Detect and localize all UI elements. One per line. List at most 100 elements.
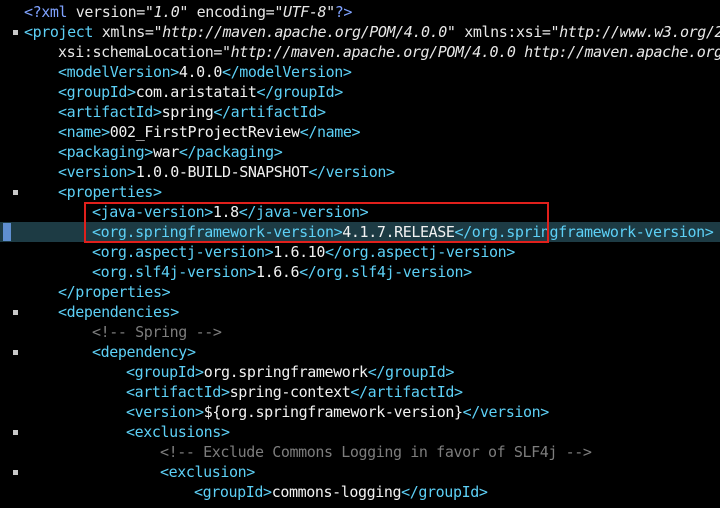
token-tag: <artifactId> (126, 383, 230, 401)
token-tag: </version> (462, 403, 550, 421)
token-tag: </artifactId> (350, 383, 463, 401)
token-pi: <?xml (24, 3, 76, 21)
code-line-current[interactable]: <org.springframework-version>4.1.7.RELEA… (0, 222, 720, 242)
code-line[interactable]: <groupId>org.springframework</groupId> (0, 362, 720, 382)
token-attr: encoding= (188, 3, 275, 21)
token-tag: <properties> (58, 183, 162, 201)
code-line[interactable]: <dependency> (0, 342, 720, 362)
code-line[interactable]: <version>${org.springframework-version}<… (0, 402, 720, 422)
token-str: "1.0" (144, 3, 189, 21)
token-text: ${org.springframework-version} (203, 403, 463, 421)
code-line[interactable]: <modelVersion>4.0.0</modelVersion> (0, 62, 720, 82)
token-tag: <dependencies> (58, 303, 179, 321)
fold-toggle-icon[interactable] (13, 30, 18, 35)
token-tag: <org.slf4j-version> (92, 263, 256, 281)
code-text: <org.aspectj-version>1.6.10</org.aspectj… (92, 242, 515, 262)
code-line[interactable]: <!-- Spring --> (0, 322, 720, 342)
code-line[interactable]: <?xml version="1.0" encoding="UTF-8"?> (0, 2, 720, 22)
token-tag: <org.springframework-version> (92, 223, 343, 241)
code-line[interactable]: </properties> (0, 282, 720, 302)
code-line[interactable]: <name>002_FirstProjectReview</name> (0, 122, 720, 142)
code-text: <org.slf4j-version>1.6.6</org.slf4j-vers… (92, 262, 472, 282)
code-text: <groupId>org.springframework</groupId> (126, 362, 454, 382)
token-tag: <artifactId> (58, 103, 162, 121)
token-comment: <!-- Spring --> (92, 323, 222, 341)
token-tag: </org.slf4j-version> (299, 263, 472, 281)
token-tag: </properties> (58, 283, 171, 301)
current-line-marker (3, 223, 11, 241)
token-tag: </org.aspectj-version> (325, 243, 515, 261)
code-text: <artifactId>spring-context</artifactId> (126, 382, 463, 402)
token-text: spring (161, 103, 214, 121)
code-text: xsi:schemaLocation="http://maven.apache.… (58, 42, 720, 62)
xml-code-editor[interactable]: <?xml version="1.0" encoding="UTF-8"?> <p… (0, 0, 720, 508)
code-line[interactable]: <exclusions> (0, 422, 720, 442)
code-text: </properties> (58, 282, 171, 302)
code-text: <artifactId>spring</artifactId> (58, 102, 326, 122)
code-text: <groupId>com.aristatait</groupId> (58, 82, 343, 102)
code-line[interactable]: <org.slf4j-version>1.6.6</org.slf4j-vers… (0, 262, 720, 282)
token-tag: </name> (299, 123, 361, 141)
token-text: commons-logging (271, 483, 402, 501)
code-line[interactable]: <version>1.0.0-BUILD-SNAPSHOT</version> (0, 162, 720, 182)
token-str: "http://www.w3.org/2 (550, 23, 720, 41)
token-tag: <groupId> (194, 483, 272, 501)
fold-toggle-icon[interactable] (13, 470, 18, 475)
code-text: <properties> (58, 182, 162, 202)
code-line[interactable]: <groupId>commons-logging</groupId> (0, 482, 720, 502)
code-text: <?xml version="1.0" encoding="UTF-8"?> (24, 2, 352, 22)
token-attr: xsi:schemaLocation= (58, 43, 222, 61)
code-text: <modelVersion>4.0.0</modelVersion> (58, 62, 352, 82)
token-attr: xmlns= (101, 23, 154, 41)
token-str: "UTF-8" (274, 3, 335, 21)
token-attr: xmlns:xsi= (455, 23, 551, 41)
code-text: <version>${org.springframework-version}<… (126, 402, 549, 422)
token-tag: <groupId> (58, 83, 136, 101)
code-line[interactable]: <packaging>war</packaging> (0, 142, 720, 162)
token-text: 4.1.7.RELEASE (342, 223, 455, 241)
code-line[interactable]: <artifactId>spring</artifactId> (0, 102, 720, 122)
code-line[interactable]: <org.aspectj-version>1.6.10</org.aspectj… (0, 242, 720, 262)
token-tag: <java-version> (92, 203, 213, 221)
token-tag: <version> (58, 163, 136, 181)
code-text: <exclusions> (126, 422, 230, 442)
fold-toggle-icon[interactable] (13, 190, 18, 195)
token-str: "http://maven.apache.org/POM/4.0.0" (153, 23, 456, 41)
code-line[interactable]: <dependencies> (0, 302, 720, 322)
code-line[interactable]: <properties> (0, 182, 720, 202)
fold-toggle-icon[interactable] (13, 350, 18, 355)
token-tag: <modelVersion> (58, 63, 179, 81)
code-text: <java-version>1.8</java-version> (92, 202, 369, 222)
fold-toggle-icon[interactable] (13, 310, 18, 315)
token-text: com.aristatait (135, 83, 257, 101)
token-text: org.springframework (203, 363, 368, 381)
code-line[interactable]: <exclusion> (0, 462, 720, 482)
token-tag: <exclusion> (160, 463, 255, 481)
token-text: 1.8 (212, 203, 239, 221)
code-line[interactable]: <project xmlns="http://maven.apache.org/… (0, 22, 720, 42)
code-text: <groupId>commons-logging</groupId> (194, 482, 488, 502)
token-tag: <packaging> (58, 143, 153, 161)
code-text: <!-- Exclude Commons Logging in favor of… (160, 442, 592, 462)
code-text: <name>002_FirstProjectReview</name> (58, 122, 361, 142)
token-text: 1.0.0-BUILD-SNAPSHOT (135, 163, 309, 181)
token-tag: </java-version> (238, 203, 369, 221)
token-tag: </packaging> (178, 143, 283, 161)
token-text: 002_FirstProjectReview (109, 123, 300, 141)
token-tag: <dependency> (92, 343, 196, 361)
token-tag: </groupId> (256, 83, 344, 101)
code-line[interactable]: <groupId>com.aristatait</groupId> (0, 82, 720, 102)
code-line[interactable]: <!-- Exclude Commons Logging in favor of… (0, 442, 720, 462)
code-line[interactable]: <java-version>1.8</java-version> (0, 202, 720, 222)
token-tag: <exclusions> (126, 423, 230, 441)
code-line[interactable]: xsi:schemaLocation="http://maven.apache.… (0, 42, 720, 62)
code-line[interactable]: <artifactId>spring-context</artifactId> (0, 382, 720, 402)
token-tag: </artifactId> (213, 103, 326, 121)
fold-toggle-icon[interactable] (13, 430, 18, 435)
code-text: <org.springframework-version>4.1.7.RELEA… (92, 222, 714, 242)
token-attr: version= (75, 3, 145, 21)
token-tag: </groupId> (367, 363, 455, 381)
token-tag: </version> (308, 163, 395, 181)
token-text: spring-context (229, 383, 351, 401)
code-text: <version>1.0.0-BUILD-SNAPSHOT</version> (58, 162, 395, 182)
